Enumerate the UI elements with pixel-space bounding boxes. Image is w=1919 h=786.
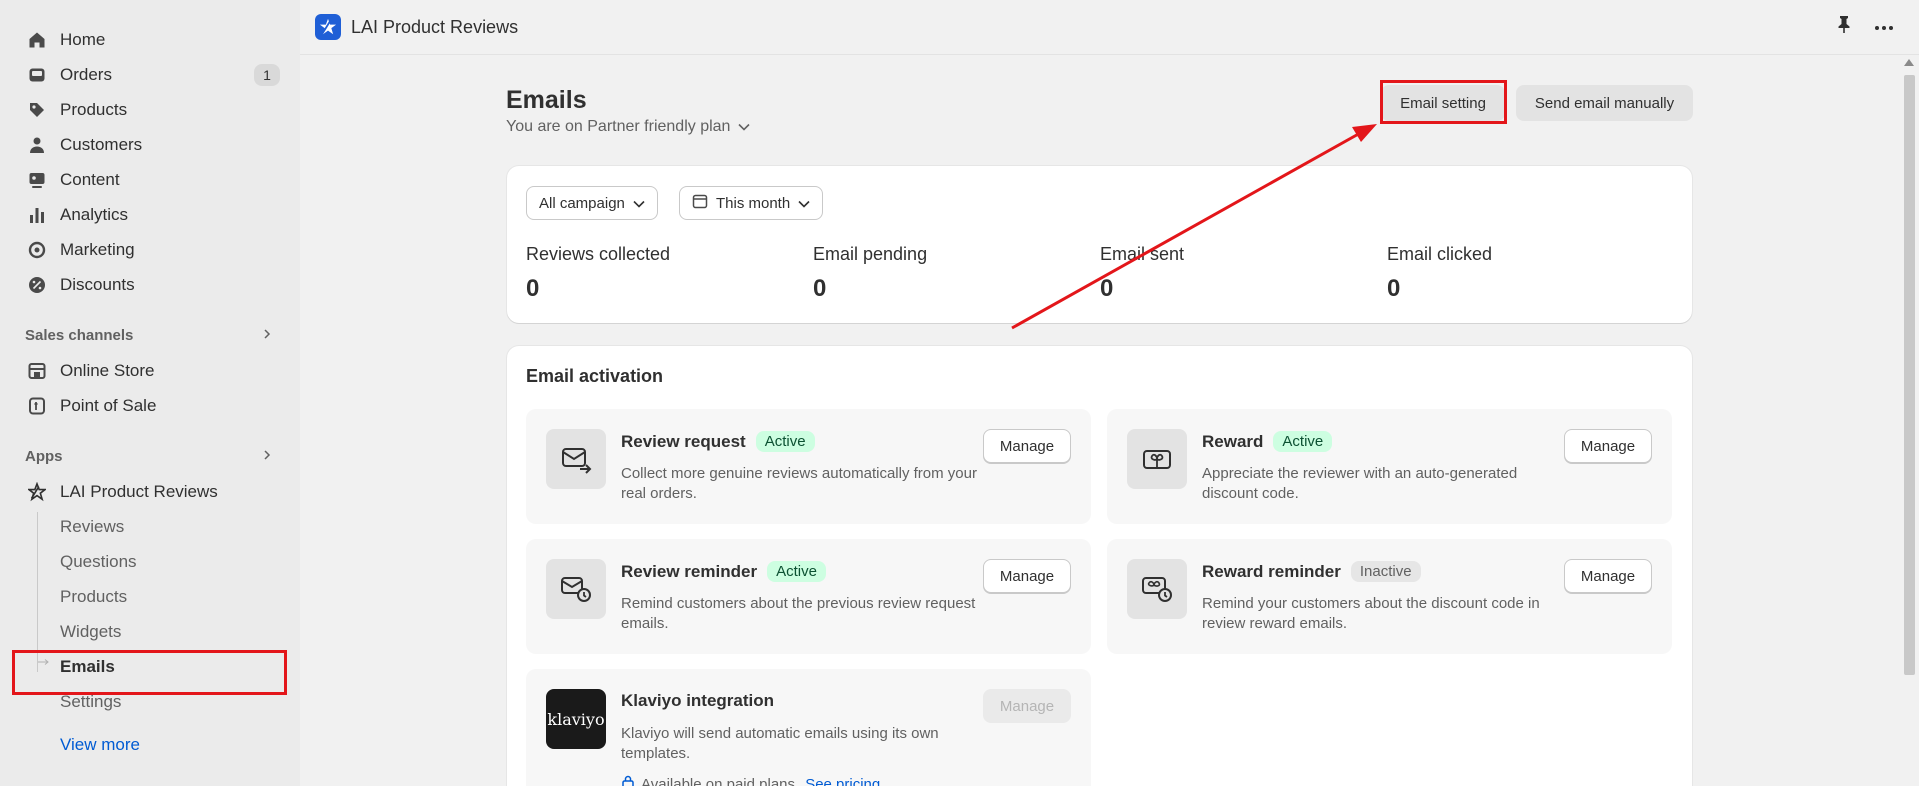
nav-label: Discounts xyxy=(60,274,135,294)
calendar-icon xyxy=(692,193,708,213)
plan-selector[interactable]: You are on Partner friendly plan xyxy=(506,118,751,136)
nav-label: LAI Product Reviews xyxy=(60,481,218,501)
send-email-manually-button[interactable]: Send email manually xyxy=(1516,85,1693,121)
page-title: Emails xyxy=(506,86,587,114)
chevron-down-icon xyxy=(798,195,810,212)
nav-customers[interactable]: Customers xyxy=(0,127,300,162)
klaviyo-logo: klaviyo xyxy=(546,689,606,749)
scroll-thumb[interactable] xyxy=(1904,75,1915,675)
nav-point-of-sale[interactable]: Point of Sale xyxy=(0,388,300,423)
stat-email-sent: Email sent 0 xyxy=(1100,244,1185,302)
tile-reward: Reward Active Appreciate the reviewer wit… xyxy=(1107,409,1672,524)
target-icon xyxy=(28,241,46,259)
sales-channels-header[interactable]: Sales channels xyxy=(0,318,300,353)
nav-label: Orders xyxy=(60,64,112,84)
apps-header[interactable]: Apps xyxy=(0,439,300,474)
orders-count-badge: 1 xyxy=(254,64,280,86)
manage-button[interactable]: Manage xyxy=(983,429,1071,463)
gift-ticket-icon xyxy=(1127,429,1187,489)
sub-item-products[interactable]: Products xyxy=(0,579,300,614)
nav-label: Analytics xyxy=(60,204,129,224)
chevron-right-icon xyxy=(262,327,272,344)
sub-item-reviews[interactable]: Reviews xyxy=(0,509,300,544)
stat-email-clicked: Email clicked 0 xyxy=(1387,244,1493,302)
nav-label: Point of Sale xyxy=(60,395,157,415)
paid-plan-note: Available on paid plans. See pricing xyxy=(621,775,880,786)
person-icon xyxy=(28,136,46,154)
status-badge: Active xyxy=(1273,431,1333,452)
page-scrollbar[interactable] xyxy=(1900,55,1919,786)
manage-button-disabled: Manage xyxy=(983,689,1071,723)
scroll-up-icon[interactable] xyxy=(1904,59,1914,66)
lai-star-icon xyxy=(28,481,46,501)
nav-label: Customers xyxy=(60,134,143,154)
store-icon xyxy=(28,362,46,380)
sub-item-questions[interactable]: Questions xyxy=(0,544,300,579)
highlight-emails-nav xyxy=(12,650,287,695)
app-logo-icon xyxy=(315,14,341,40)
tag-icon xyxy=(28,101,46,119)
more-options-icon[interactable] xyxy=(1874,18,1894,36)
stat-reviews-collected: Reviews collected 0 xyxy=(526,244,671,302)
nav-marketing[interactable]: Marketing xyxy=(0,232,300,267)
see-pricing-link[interactable]: See pricing xyxy=(805,776,880,786)
topbar-actions xyxy=(1836,15,1894,38)
nav-products[interactable]: Products xyxy=(0,92,300,127)
tile-reward-reminder: Reward reminder Inactive Remind your cust… xyxy=(1107,539,1672,654)
nav-orders[interactable]: Orders 1 xyxy=(0,57,300,92)
nav-label: Home xyxy=(60,29,106,49)
nav-label: Marketing xyxy=(60,239,135,259)
content-icon xyxy=(28,171,46,189)
status-badge: Active xyxy=(767,561,826,582)
nav-label: Products xyxy=(60,99,128,119)
chevron-down-icon xyxy=(633,195,645,212)
nav-label: Online Store xyxy=(60,360,155,380)
pin-icon[interactable] xyxy=(1836,15,1852,38)
mail-clock-icon xyxy=(546,559,606,619)
nav-content[interactable]: Content xyxy=(0,162,300,197)
gift-clock-icon xyxy=(1127,559,1187,619)
inbox-icon xyxy=(28,66,46,84)
nav-online-store[interactable]: Online Store xyxy=(0,353,300,388)
highlight-email-setting xyxy=(1380,80,1507,124)
chevron-down-icon xyxy=(738,118,751,136)
nav-home[interactable]: Home xyxy=(0,22,300,57)
manage-button[interactable]: Manage xyxy=(1564,429,1652,463)
tile-review-reminder: Review reminder Active Remind customers a… xyxy=(526,539,1091,654)
app-title: LAI Product Reviews xyxy=(351,16,519,37)
tile-klaviyo-integration: klaviyo Klaviyo integration Klaviyo will… xyxy=(526,669,1091,786)
nav-discounts[interactable]: Discounts xyxy=(0,267,300,302)
manage-button[interactable]: Manage xyxy=(1564,559,1652,593)
bar-chart-icon xyxy=(28,206,46,224)
status-badge: Active xyxy=(755,431,815,452)
stats-card: All campaign This month Reviews collecte… xyxy=(507,166,1692,323)
view-more-link[interactable]: View more xyxy=(0,725,300,765)
sub-item-widgets[interactable]: Widgets xyxy=(0,614,300,649)
status-badge: Inactive xyxy=(1350,561,1421,582)
discount-icon xyxy=(28,276,46,294)
pos-icon xyxy=(28,397,46,415)
manage-button[interactable]: Manage xyxy=(983,559,1071,593)
nav-analytics[interactable]: Analytics xyxy=(0,197,300,232)
period-filter[interactable]: This month xyxy=(679,186,824,220)
lock-icon xyxy=(621,775,635,786)
mail-arrow-icon xyxy=(546,429,606,489)
tree-line xyxy=(37,512,38,672)
nav-lai-product-reviews[interactable]: LAI Product Reviews xyxy=(0,474,300,509)
email-activation-title: Email activation xyxy=(526,366,664,386)
app-topbar: LAI Product Reviews xyxy=(300,0,1919,55)
campaign-filter[interactable]: All campaign xyxy=(526,186,658,220)
tile-review-request: Review request Active Collect more genuin… xyxy=(526,409,1091,524)
nav-label: Content xyxy=(60,169,120,189)
stat-email-pending: Email pending 0 xyxy=(813,244,928,302)
chevron-right-icon xyxy=(262,448,272,465)
email-activation-card: Email activation Review request Active Co… xyxy=(507,346,1692,786)
home-icon xyxy=(28,31,46,49)
